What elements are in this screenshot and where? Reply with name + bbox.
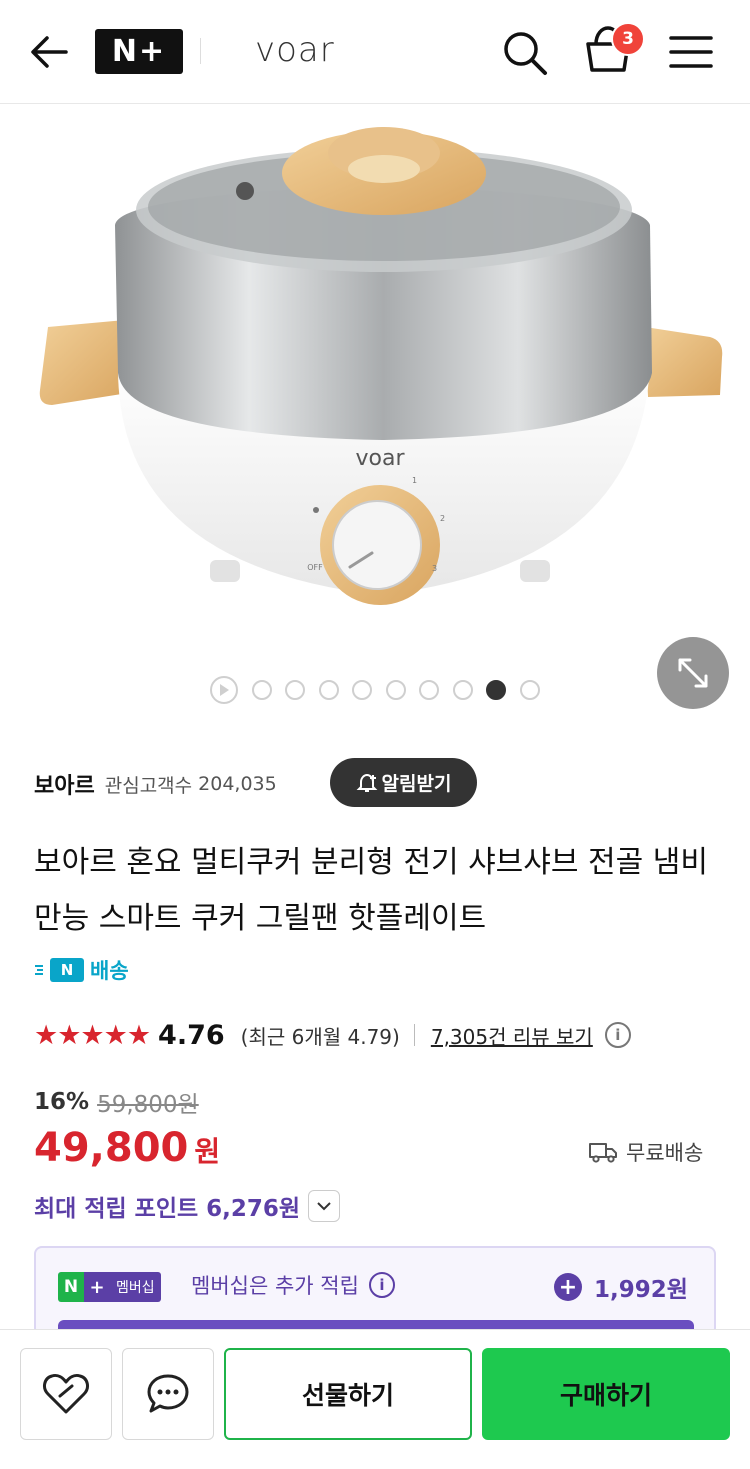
- product-image[interactable]: voar OFF 1 2 3: [0, 105, 750, 725]
- gift-button[interactable]: 선물하기: [224, 1348, 472, 1440]
- hamburger-menu-icon: [669, 36, 713, 68]
- speed-lines-icon: [35, 965, 43, 975]
- bell-plus-icon: [356, 773, 377, 792]
- truck-icon: [589, 1143, 617, 1163]
- max-points-row[interactable]: 최대 적립 포인트 6,276원: [34, 1188, 341, 1224]
- buy-button[interactable]: 구매하기: [482, 1348, 730, 1440]
- bottom-action-bar: 선물하기 구매하기: [0, 1329, 750, 1469]
- membership-text-label: 멤버십은 추가 적립: [191, 1274, 359, 1298]
- header-divider: [200, 38, 201, 64]
- dial-label: 1: [412, 476, 417, 485]
- n-delivery-tag: N 배송: [34, 952, 129, 988]
- divider: [413, 1024, 415, 1046]
- sale-price-row: 49,800 원: [34, 1125, 220, 1177]
- expand-arrows-icon: [678, 658, 708, 688]
- search-icon: [504, 32, 547, 75]
- pagination-dot[interactable]: [352, 680, 372, 700]
- image-brand-mark: voar: [355, 446, 405, 471]
- follower-label: 관심고객수: [104, 774, 193, 797]
- multicooker-photo: voar OFF 1 2 3: [39, 127, 723, 605]
- free-shipping: 무료배송: [588, 1136, 703, 1168]
- points-expand-button[interactable]: [308, 1190, 341, 1222]
- max-points-label: 최대 적립 포인트 6,276원: [34, 1196, 301, 1222]
- store-name[interactable]: 보아르: [34, 768, 95, 800]
- box-notch: [98, 1248, 124, 1259]
- alarm-label: 알림받기: [381, 773, 452, 795]
- top-header: N+ voar 3: [0, 0, 750, 104]
- pagination-dot[interactable]: [419, 680, 439, 700]
- naver-plus-membership-badge: N + 멤버십: [58, 1272, 161, 1302]
- discount-rate: 16%: [34, 1089, 90, 1115]
- follower-count: 204,035: [198, 773, 277, 795]
- store-info: 보아르 관심고객수 204,035: [34, 762, 277, 806]
- cart-count-badge: 3: [611, 22, 645, 56]
- free-shipping-label: 무료배송: [626, 1141, 704, 1165]
- dial-label: 3: [432, 564, 437, 573]
- pagination-dot[interactable]: [285, 680, 305, 700]
- dial-label: 2: [440, 514, 445, 523]
- pagination-dot[interactable]: [519, 680, 540, 700]
- membership-points-box[interactable]: N + 멤버십 멤버십은 추가 적립 i + 1,992원: [34, 1246, 716, 1336]
- naver-plus-logo[interactable]: N+: [95, 29, 183, 74]
- chat-bubble-icon: [147, 1374, 189, 1413]
- badge-plus: +: [84, 1272, 110, 1302]
- heart-outline-icon: [43, 1374, 89, 1414]
- talk-chat-button[interactable]: [122, 1348, 214, 1440]
- price-unit: 원: [194, 1135, 221, 1168]
- discount-row: 16% 59,800원: [34, 1085, 199, 1119]
- video-play-dot[interactable]: [210, 676, 238, 704]
- wishlist-button[interactable]: [20, 1348, 112, 1440]
- pagination-dot[interactable]: [452, 680, 473, 700]
- membership-points: + 1,992원: [554, 1270, 688, 1304]
- pagination-dot[interactable]: [318, 680, 339, 700]
- brand-logo[interactable]: voar: [255, 30, 335, 70]
- badge-membership: 멤버십: [110, 1272, 161, 1302]
- search-button[interactable]: [500, 28, 550, 78]
- rating-row: ★★★★★ 4.76 (최근 6개월 4.79) 7,305건 리뷰 보기 i: [34, 1015, 631, 1055]
- plus-circle-icon: +: [554, 1273, 582, 1301]
- dial-label: OFF: [307, 563, 323, 572]
- arrow-left-icon: [31, 36, 68, 68]
- rating-score: 4.76: [158, 1019, 225, 1051]
- play-icon: [220, 684, 229, 696]
- pagination-dot[interactable]: [251, 680, 272, 700]
- delivery-label: 배송: [90, 959, 129, 983]
- alarm-subscribe-button[interactable]: 알림받기: [330, 758, 477, 807]
- expand-image-button[interactable]: [657, 637, 729, 709]
- image-pagination: [210, 676, 553, 704]
- chevron-down-icon: [317, 1202, 331, 1211]
- n-badge: N: [50, 958, 84, 982]
- back-button[interactable]: [28, 30, 72, 74]
- membership-text: 멤버십은 추가 적립 i: [191, 1270, 395, 1300]
- star-rating-icon: ★★★★★: [34, 1019, 151, 1051]
- info-icon[interactable]: i: [604, 1022, 631, 1048]
- review-link[interactable]: 7,305건 리뷰 보기: [431, 1021, 593, 1050]
- recent-rating: (최근 6개월 4.79): [240, 1024, 400, 1049]
- product-title: 보아르 혼요 멀티쿠커 분리형 전기 샤브샤브 전골 냄비 만능 스마트 쿠커 …: [34, 845, 708, 936]
- sale-price: 49,800: [34, 1125, 189, 1171]
- badge-n: N: [58, 1272, 84, 1302]
- info-icon[interactable]: i: [368, 1272, 395, 1298]
- membership-points-value: 1,992원: [594, 1277, 688, 1303]
- pagination-dot[interactable]: [385, 680, 406, 700]
- original-price: 59,800원: [97, 1092, 199, 1118]
- menu-button[interactable]: [668, 32, 714, 72]
- pagination-dot-active[interactable]: [486, 680, 506, 700]
